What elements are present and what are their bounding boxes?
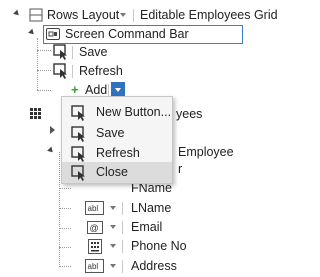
svg-text:abl: abl	[88, 204, 99, 213]
menu-item-new-button[interactable]: New Button...	[62, 102, 172, 123]
menu-item-save[interactable]: Save	[62, 123, 172, 144]
grid-icon	[30, 108, 41, 119]
separator	[122, 202, 123, 215]
separator	[72, 46, 73, 59]
svg-text:@: @	[90, 223, 99, 233]
menu-item-close[interactable]: Close	[62, 162, 172, 183]
field-label: LName	[131, 201, 172, 215]
chevron-down-icon[interactable]	[120, 13, 126, 17]
rows-layout-icon	[29, 8, 43, 22]
svg-text:abl: abl	[88, 262, 99, 271]
separator	[122, 221, 123, 234]
field-label: Address	[131, 259, 177, 273]
separator	[122, 240, 123, 253]
email-icon: @	[87, 221, 103, 234]
menu-item-refresh[interactable]: Refresh	[62, 143, 172, 164]
command-item-label: Refresh	[79, 64, 123, 78]
add-dropdown-menu: New Button... Save Refresh Close	[61, 96, 173, 184]
chevron-down-icon[interactable]	[110, 225, 116, 229]
field-label: Phone No	[131, 239, 187, 253]
expand-arrow-icon[interactable]	[50, 126, 55, 134]
phone-icon	[88, 239, 102, 254]
textbox-icon: abl	[85, 259, 104, 273]
button-cursor-icon	[71, 105, 85, 121]
button-cursor-icon	[71, 165, 85, 181]
textbox-icon: abl	[85, 201, 104, 215]
collapse-arrow-icon[interactable]	[28, 28, 36, 37]
separator	[133, 9, 134, 22]
menu-item-label: Refresh	[96, 146, 140, 160]
menu-item-label: New Button...	[96, 105, 172, 119]
menu-item-label: Close	[96, 165, 128, 179]
button-cursor-icon	[53, 44, 67, 60]
command-bar-icon	[46, 28, 60, 40]
command-bar-label: Screen Command Bar	[65, 27, 189, 41]
tree-row-refresh[interactable]: Refresh	[0, 61, 274, 81]
collapse-arrow-icon[interactable]	[13, 9, 21, 18]
command-item-label: Save	[79, 45, 108, 59]
rows-layout-label: Rows Layout	[47, 8, 120, 22]
button-cursor-icon	[53, 63, 67, 79]
tree-row-field[interactable]: Phone No	[0, 236, 274, 256]
chevron-down-icon[interactable]	[110, 206, 116, 210]
tree-row-save[interactable]: Save	[0, 42, 274, 62]
separator	[72, 65, 73, 78]
menu-item-label: Save	[96, 126, 125, 140]
field-label: Email	[131, 220, 163, 234]
grid-name-label: Editable Employees Grid	[140, 8, 278, 22]
chevron-down-icon[interactable]	[110, 264, 116, 268]
chevron-down-icon[interactable]	[110, 244, 116, 248]
tree-row-field[interactable]: abl Address	[0, 256, 274, 276]
tree-row-screen-command-bar[interactable]: Screen Command Bar	[0, 24, 274, 44]
button-cursor-icon	[71, 126, 85, 142]
partial-label: yees	[176, 107, 203, 121]
separator	[122, 260, 123, 273]
tree-row-field[interactable]: abl LName	[0, 198, 274, 218]
partial-label: r	[178, 162, 183, 176]
button-cursor-icon	[71, 146, 85, 162]
tree-row-rows-layout[interactable]: Rows Layout Editable Employees Grid	[0, 5, 278, 25]
tree-row-field[interactable]: @ Email	[0, 217, 274, 237]
